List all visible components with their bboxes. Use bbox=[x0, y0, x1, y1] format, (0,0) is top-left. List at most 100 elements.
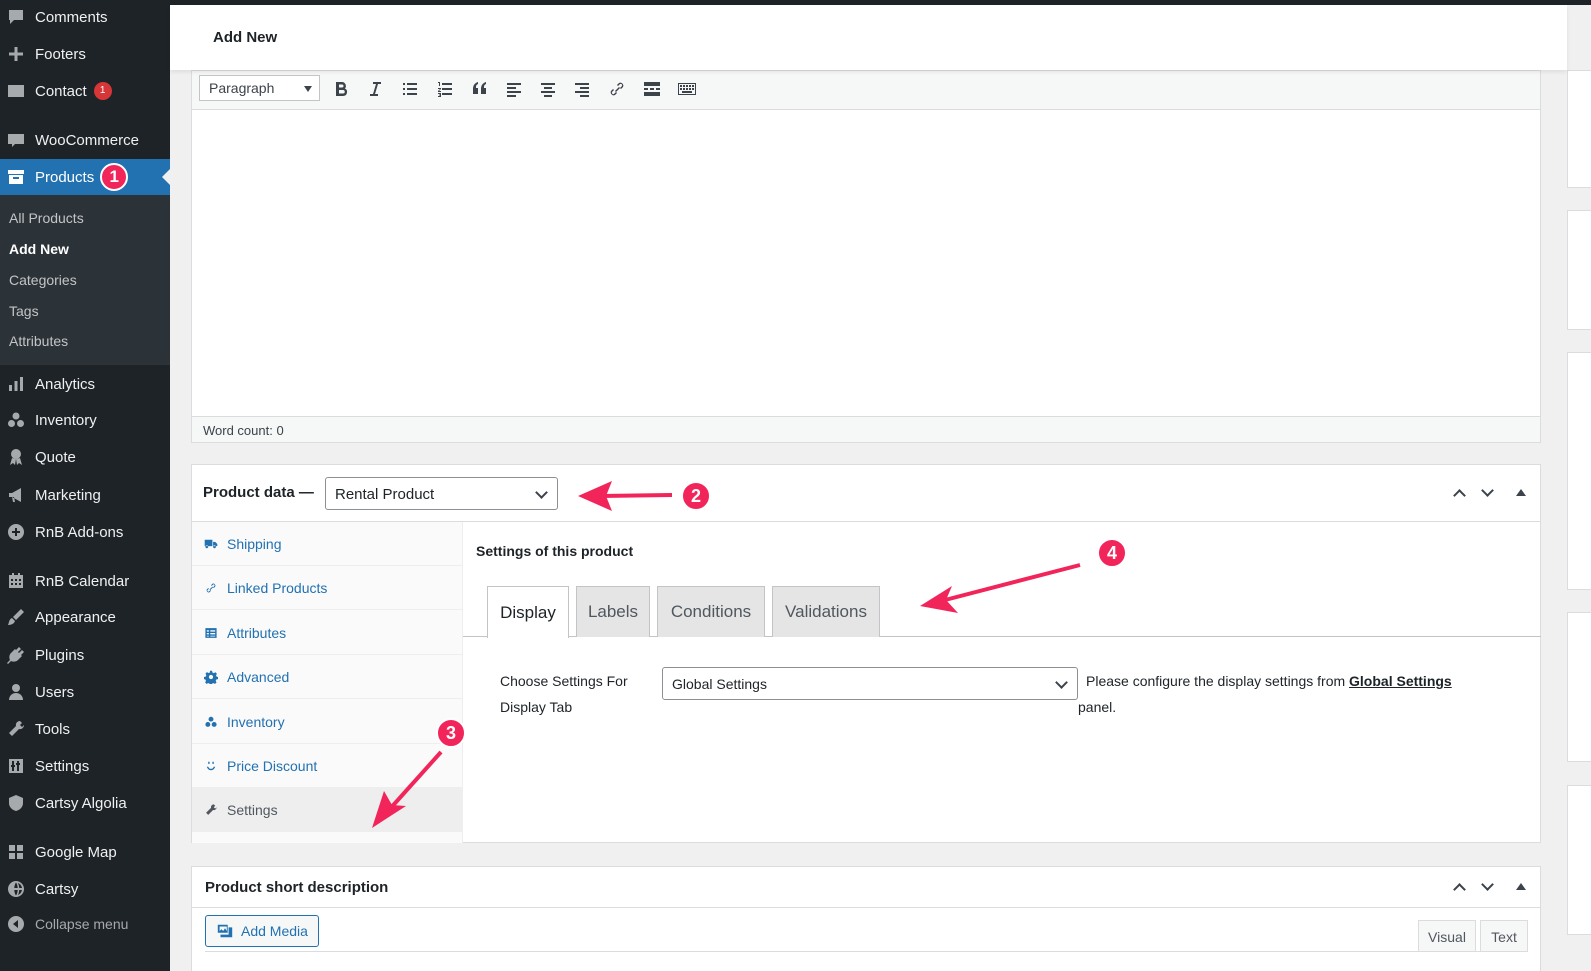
collapse-menu-button[interactable]: Collapse menu bbox=[0, 906, 170, 942]
tab-label: Attributes bbox=[227, 624, 287, 641]
menu-label: Google Map bbox=[35, 843, 117, 861]
tab-inventory[interactable]: Inventory bbox=[192, 700, 462, 744]
menu-products[interactable]: Products 1 bbox=[0, 159, 170, 195]
submenu-attributes[interactable]: Attributes bbox=[9, 333, 68, 349]
side-box bbox=[1567, 352, 1591, 590]
global-settings-link[interactable]: Global Settings bbox=[1349, 673, 1452, 689]
blockquote-icon[interactable] bbox=[468, 77, 492, 101]
text-tab[interactable]: Text bbox=[1480, 920, 1528, 952]
short-description-title: Product short description bbox=[205, 879, 389, 896]
right-sidebar-edge bbox=[1561, 70, 1591, 971]
grid-icon bbox=[6, 842, 26, 862]
visual-tab[interactable]: Visual bbox=[1418, 920, 1476, 952]
tab-advanced[interactable]: Advanced bbox=[192, 655, 462, 699]
menu-inventory[interactable]: Inventory bbox=[0, 402, 170, 438]
move-up-icon[interactable] bbox=[1453, 489, 1466, 502]
add-media-button[interactable]: Add Media bbox=[205, 915, 319, 947]
choose-settings-label: Choose Settings For Display Tab bbox=[500, 673, 628, 715]
format-select[interactable]: Paragraph bbox=[199, 75, 320, 101]
menu-analytics[interactable]: Analytics bbox=[0, 366, 170, 402]
menu-rnb-addons[interactable]: RnB Add-ons bbox=[0, 514, 170, 550]
menu-google-map[interactable]: Google Map bbox=[0, 834, 170, 870]
menu-label: Products bbox=[35, 168, 95, 186]
product-type-value: Rental Product bbox=[335, 486, 435, 503]
menu-cartsy[interactable]: Cartsy bbox=[0, 871, 170, 907]
toggle-panel-icon[interactable] bbox=[1516, 489, 1526, 496]
settings-description: Please configure the display settings fr… bbox=[1078, 668, 1478, 720]
tab-conditions[interactable]: Conditions bbox=[657, 586, 765, 637]
editor-toolbar: Paragraph bbox=[192, 71, 1540, 110]
menu-label: RnB Add-ons bbox=[35, 523, 124, 541]
annotation-badge-2: 2 bbox=[681, 481, 711, 511]
menu-contact[interactable]: Contact 1 bbox=[0, 73, 170, 109]
move-down-icon[interactable] bbox=[1481, 878, 1494, 891]
tab-attributes[interactable]: Attributes bbox=[192, 611, 462, 655]
calendar-icon bbox=[6, 571, 26, 591]
align-right-icon[interactable] bbox=[570, 77, 594, 101]
move-down-icon[interactable] bbox=[1481, 484, 1494, 497]
italic-icon[interactable] bbox=[363, 77, 387, 101]
menu-label: Cartsy bbox=[35, 880, 79, 898]
read-more-icon[interactable] bbox=[640, 77, 664, 101]
toolbar-toggle-icon[interactable] bbox=[675, 77, 699, 101]
submenu-categories[interactable]: Categories bbox=[9, 272, 77, 288]
align-center-icon[interactable] bbox=[536, 77, 560, 101]
menu-label: Contact bbox=[35, 82, 87, 100]
tab-validations[interactable]: Validations bbox=[772, 586, 880, 637]
submenu-all-products[interactable]: All Products bbox=[9, 210, 84, 226]
menu-cartsy-algolia[interactable]: Cartsy Algolia bbox=[0, 785, 170, 821]
menu-label: Appearance bbox=[35, 608, 116, 626]
menu-settings[interactable]: Settings bbox=[0, 748, 170, 784]
product-type-select[interactable]: Rental Product bbox=[325, 477, 558, 510]
bulleted-list-icon[interactable] bbox=[398, 77, 422, 101]
move-up-icon[interactable] bbox=[1453, 883, 1466, 896]
megaphone-icon bbox=[6, 485, 26, 505]
side-box bbox=[1567, 785, 1591, 935]
award-icon bbox=[6, 447, 26, 467]
menu-plugins[interactable]: Plugins bbox=[0, 637, 170, 673]
add-media-label: Add Media bbox=[241, 923, 308, 939]
tab-settings[interactable]: Settings bbox=[192, 788, 462, 832]
menu-rnb-calendar[interactable]: RnB Calendar bbox=[0, 563, 170, 599]
display-settings-select[interactable]: Global Settings bbox=[662, 667, 1078, 700]
woocommerce-icon bbox=[6, 130, 26, 150]
numbered-list-icon[interactable] bbox=[433, 77, 457, 101]
menu-woocommerce[interactable]: WooCommerce bbox=[0, 122, 170, 158]
menu-label: Plugins bbox=[35, 646, 85, 664]
panel-heading: Settings of this product bbox=[476, 543, 634, 559]
tab-shipping[interactable]: Shipping bbox=[192, 522, 462, 566]
menu-comments[interactable]: Comments bbox=[0, 0, 170, 34]
short-description-header: Product short description bbox=[192, 867, 1540, 908]
description-suffix: panel. bbox=[1078, 699, 1117, 715]
bar-chart-icon bbox=[6, 374, 26, 394]
tab-price-discount[interactable]: Price Discount bbox=[192, 744, 462, 788]
submenu-add-new[interactable]: Add New bbox=[9, 241, 69, 257]
align-left-icon[interactable] bbox=[502, 77, 526, 101]
tab-display[interactable]: Display bbox=[487, 586, 569, 638]
menu-footers[interactable]: Footers bbox=[0, 36, 170, 72]
inventory-icon bbox=[6, 410, 26, 430]
page-header: Add New bbox=[170, 5, 1567, 70]
menu-tools[interactable]: Tools bbox=[0, 711, 170, 747]
tab-labels[interactable]: Labels bbox=[576, 586, 650, 637]
link-icon[interactable] bbox=[605, 77, 629, 101]
tab-label: Shipping bbox=[227, 535, 282, 552]
submenu-tags[interactable]: Tags bbox=[9, 303, 39, 319]
toggle-panel-icon[interactable] bbox=[1516, 883, 1526, 890]
tab-linked-products[interactable]: Linked Products bbox=[192, 566, 462, 610]
side-box bbox=[1567, 612, 1591, 762]
menu-quote[interactable]: Quote bbox=[0, 439, 170, 475]
side-box bbox=[1567, 210, 1591, 330]
archive-icon bbox=[6, 167, 26, 187]
truck-icon bbox=[204, 537, 218, 551]
menu-users[interactable]: Users bbox=[0, 674, 170, 710]
content-editor: Paragraph Word count: 0 bbox=[191, 70, 1541, 443]
bold-icon[interactable] bbox=[329, 77, 353, 101]
menu-label: Tools bbox=[35, 720, 71, 738]
menu-appearance[interactable]: Appearance bbox=[0, 599, 170, 635]
menu-label: Users bbox=[35, 683, 75, 701]
menu-marketing[interactable]: Marketing bbox=[0, 477, 170, 513]
smile-icon bbox=[204, 759, 218, 773]
product-data-title: Product data — bbox=[203, 484, 314, 501]
display-settings-value: Global Settings bbox=[672, 676, 767, 692]
